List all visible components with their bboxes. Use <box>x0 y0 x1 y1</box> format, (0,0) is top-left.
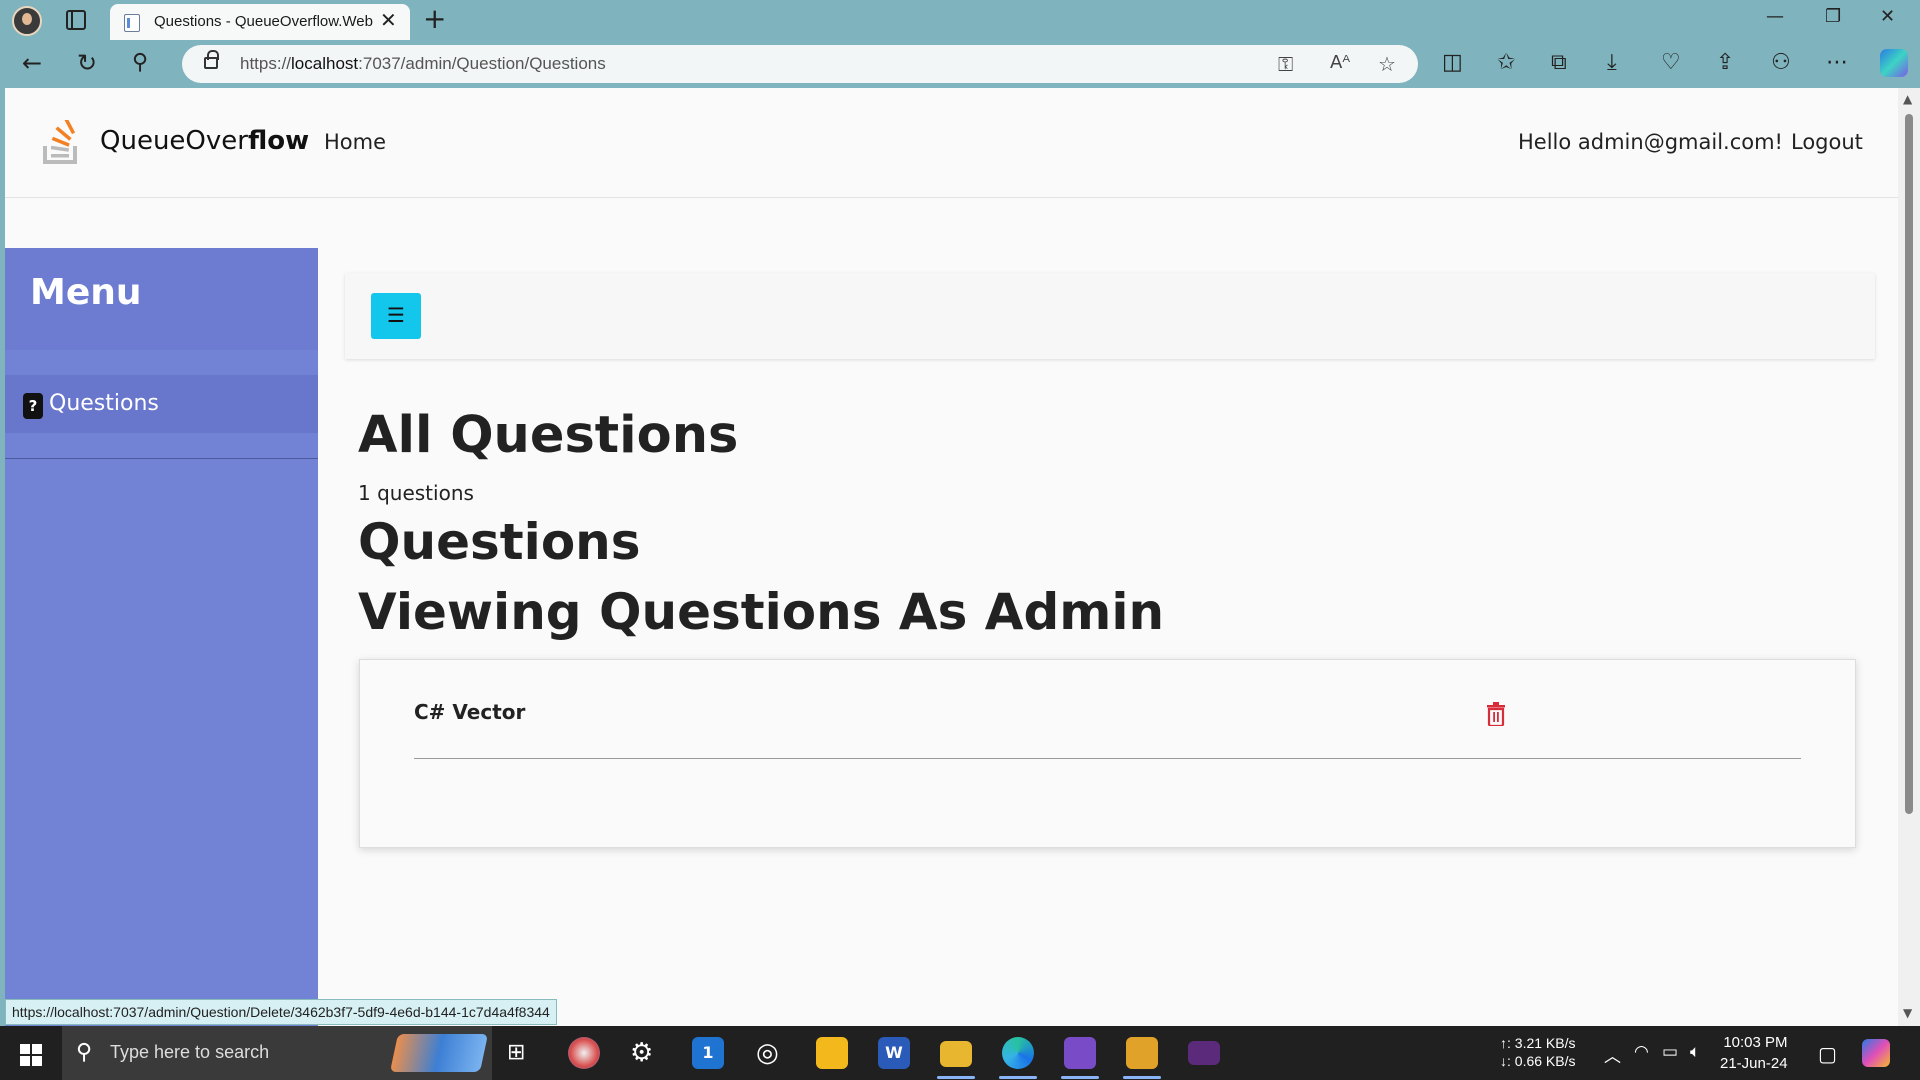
favorite-star-icon[interactable]: ☆ <box>1378 52 1396 76</box>
stack-logo-icon[interactable] <box>43 120 81 164</box>
calendar-app-icon[interactable]: 1 <box>692 1037 724 1069</box>
word-app-icon[interactable]: W <box>878 1037 910 1069</box>
browser-essentials-icon[interactable]: ♡ <box>1661 50 1681 76</box>
site-brand[interactable]: QueueOverflow <box>100 126 309 156</box>
share-icon[interactable]: ⇪ <box>1716 50 1734 76</box>
file-explorer-icon[interactable] <box>940 1041 972 1067</box>
network-speed: ↑: 3.21 KB/s ↓: 0.66 KB/s <box>1500 1034 1575 1070</box>
downloads-icon[interactable]: ⤓ <box>1607 50 1617 76</box>
tab-title: Questions - QueueOverflow.Web <box>154 13 373 30</box>
new-tab-icon[interactable]: + <box>423 4 446 34</box>
edge-browser-icon[interactable] <box>1002 1037 1034 1069</box>
address-bar[interactable]: https://localhost:7037/admin/Question/Qu… <box>182 45 1418 83</box>
questions-card: C# Vector <box>359 659 1856 848</box>
battery-icon[interactable]: ▭ <box>1662 1042 1678 1062</box>
sidebar-header: Menu <box>5 248 318 350</box>
logout-button[interactable]: Logout <box>1791 130 1863 154</box>
sticky-notes-icon[interactable] <box>816 1037 848 1069</box>
copilot-icon[interactable] <box>1880 49 1908 77</box>
browser-tab-active[interactable]: Questions - QueueOverflow.Web ✕ <box>110 4 410 40</box>
explorer-active-indicator <box>937 1076 975 1079</box>
admin-sidebar: Menu ? Questions <box>5 248 318 1026</box>
terminal-app-icon[interactable] <box>1188 1041 1220 1065</box>
tools-active-indicator <box>1123 1076 1161 1079</box>
tab-close-icon[interactable]: ✕ <box>380 10 397 30</box>
wifi-icon[interactable]: ◠ <box>1634 1042 1649 1062</box>
sidebar-item-label: Questions <box>49 391 159 416</box>
sidebar-title: Menu <box>30 272 142 313</box>
browser-toolbar: ← ↻ ⚲ https://localhost:7037/admin/Quest… <box>0 40 1920 88</box>
split-screen-icon[interactable]: ◫ <box>1442 50 1463 76</box>
visual-studio-icon[interactable] <box>1064 1037 1096 1069</box>
search-icon[interactable]: ⚲ <box>132 50 148 76</box>
browser-titlebar: Questions - QueueOverflow.Web ✕ + — ❐ ✕ <box>0 0 1920 40</box>
volume-icon[interactable]: 🔈︎ <box>1690 1042 1700 1062</box>
extensions-icon[interactable]: ⚇ <box>1771 50 1791 76</box>
admin-subtitle: Viewing Questions As Admin <box>358 583 1165 641</box>
taskbar-clock[interactable]: 10:03 PM 21-Jun-24 <box>1720 1032 1788 1074</box>
paint-app-icon[interactable] <box>568 1037 600 1069</box>
question-icon: ? <box>23 393 43 419</box>
delete-trash-icon[interactable] <box>1487 702 1505 726</box>
scroll-down-icon[interactable]: ▼ <box>1903 1006 1912 1020</box>
settings-gear-icon[interactable]: ⚙ <box>630 1038 653 1068</box>
page-scrollbar[interactable]: ▲ ▼ <box>1898 88 1920 1026</box>
windows-taskbar: ⚲ Type here to search ⊞ ⚙ 1 ◎ W ↑: 3.21 … <box>0 1026 1920 1080</box>
page-viewport: QueueOverflow Home Hello admin@gmail.com… <box>5 88 1898 1026</box>
clock-date: 21-Jun-24 <box>1720 1055 1788 1072</box>
tray-expand-icon[interactable]: ︿ <box>1604 1042 1621 1067</box>
sidebar-toggle-bar: ☰ <box>345 273 1875 359</box>
windows-start-icon[interactable] <box>20 1044 42 1066</box>
lock-icon[interactable] <box>204 50 219 69</box>
vs-active-indicator <box>1061 1076 1099 1079</box>
sidebar-toggle-button[interactable]: ☰ <box>371 293 421 339</box>
restore-icon[interactable]: ❐ <box>1825 6 1841 27</box>
tab-actions-icon[interactable] <box>66 10 86 30</box>
taskbar-search-placeholder: Type here to search <box>110 1042 270 1062</box>
edge-active-indicator <box>999 1076 1037 1079</box>
back-icon[interactable]: ← <box>22 50 42 76</box>
url-text[interactable]: https://localhost:7037/admin/Question/Qu… <box>240 54 606 74</box>
section-title: Questions <box>358 513 641 571</box>
network-upload: ↑: 3.21 KB/s <box>1500 1035 1576 1051</box>
tools-app-icon[interactable] <box>1126 1037 1158 1069</box>
read-aloud-icon[interactable]: Aᴬ <box>1330 52 1350 73</box>
question-title[interactable]: C# Vector <box>414 700 525 724</box>
question-divider <box>414 758 1801 759</box>
search-icon: ⚲ <box>76 1040 93 1065</box>
page-title: All Questions <box>358 406 739 465</box>
favorites-icon[interactable]: ✩ <box>1497 50 1515 76</box>
link-status-tooltip: https://localhost:7037/admin/Question/De… <box>5 999 557 1025</box>
task-view-icon[interactable]: ⊞ <box>507 1040 525 1065</box>
more-options-icon[interactable]: ⋯ <box>1826 50 1848 76</box>
search-highlight-image <box>389 1034 489 1072</box>
password-key-icon[interactable]: ⚿ <box>1278 52 1293 76</box>
network-download: ↓: 0.66 KB/s <box>1500 1053 1576 1069</box>
collections-icon[interactable]: ⧉ <box>1551 50 1567 76</box>
taskbar-search-box[interactable]: ⚲ Type here to search <box>62 1026 492 1080</box>
site-header: QueueOverflow Home Hello admin@gmail.com… <box>5 88 1898 198</box>
scroll-up-icon[interactable]: ▲ <box>1903 92 1912 106</box>
nav-home-link[interactable]: Home <box>324 130 386 154</box>
minimize-icon[interactable]: — <box>1766 6 1784 27</box>
refresh-icon[interactable]: ↻ <box>77 50 97 76</box>
user-greeting-link[interactable]: Hello admin@gmail.com! <box>1518 130 1783 154</box>
obs-app-icon[interactable]: ◎ <box>756 1038 779 1068</box>
scroll-thumb[interactable] <box>1905 114 1913 814</box>
page-favicon-icon <box>124 14 140 32</box>
clock-time: 10:03 PM <box>1723 1034 1788 1051</box>
sidebar-item-questions[interactable]: ? Questions <box>5 375 318 433</box>
copilot-taskbar-icon[interactable] <box>1862 1039 1890 1067</box>
sidebar-divider <box>5 458 318 459</box>
question-count: 1 questions <box>358 481 474 505</box>
notifications-icon[interactable]: ▢ <box>1818 1042 1837 1066</box>
profile-avatar[interactable] <box>12 6 42 36</box>
window-close-icon[interactable]: ✕ <box>1880 6 1895 27</box>
